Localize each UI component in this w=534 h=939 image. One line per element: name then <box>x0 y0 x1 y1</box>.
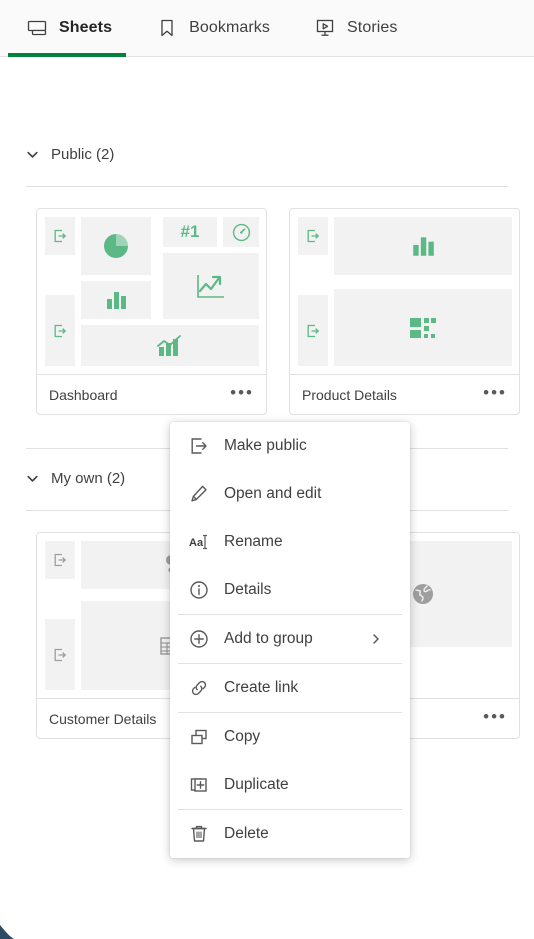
sheet-card-footer: Dashboard ••• <box>37 374 266 414</box>
section-title-public: Public (2) <box>51 146 115 163</box>
bar-chart-icon <box>107 292 126 309</box>
section-header-public[interactable]: Public (2) <box>26 146 114 163</box>
sheet-card-title: Product Details <box>302 386 397 403</box>
filter-pane-icon <box>54 553 67 567</box>
chevron-right-icon <box>373 634 379 644</box>
thumb-object-filter <box>45 541 75 579</box>
thumb-object-filter <box>298 217 328 255</box>
menu-item-label: Rename <box>224 533 283 550</box>
menu-item-rename[interactable]: Aa Rename <box>170 518 410 566</box>
menu-item-copy[interactable]: Copy <box>170 713 410 761</box>
filter-pane-icon <box>54 229 67 243</box>
menu-item-label: Make public <box>224 437 307 454</box>
menu-item-label: Delete <box>224 825 269 842</box>
map-globe-icon <box>413 584 433 604</box>
sheet-card-more-button[interactable]: ••• <box>483 384 507 406</box>
plus-circle-icon <box>190 630 208 648</box>
tab-bar: Sheets Bookmarks Stories <box>0 0 534 57</box>
sheet-card-footer: Product Details ••• <box>290 374 519 414</box>
sheets-page: Sheets Bookmarks Stories Public (2) #1 D… <box>0 0 534 939</box>
menu-item-delete[interactable]: Delete <box>170 810 410 858</box>
thumb-object-treemap <box>334 289 512 366</box>
sheets-icon <box>27 20 47 36</box>
thumb-object-bar-chart <box>334 217 512 275</box>
thumb-object-filter <box>45 619 75 690</box>
tab-bookmarks-label: Bookmarks <box>189 19 271 36</box>
menu-item-open-and-edit[interactable]: Open and edit <box>170 470 410 518</box>
svg-text:Aa: Aa <box>189 537 204 549</box>
menu-item-details[interactable]: Details <box>170 566 410 614</box>
pie-chart-icon <box>104 234 128 258</box>
tab-stories-label: Stories <box>347 19 398 36</box>
thumb-object-line-chart <box>163 253 259 319</box>
bar-chart-icon <box>413 237 434 256</box>
corner-decoration <box>0 923 16 939</box>
sheet-thumbnail: #1 <box>37 209 266 374</box>
thumb-object-pie-chart <box>81 217 151 275</box>
rename-icon: Aa <box>189 534 207 550</box>
line-chart-icon <box>197 275 224 298</box>
menu-item-label: Copy <box>224 728 261 745</box>
menu-item-label: Duplicate <box>224 776 289 793</box>
divider-public <box>26 186 508 187</box>
sheet-card-product-details[interactable]: Product Details ••• <box>289 208 520 415</box>
menu-item-label: Create link <box>224 679 299 696</box>
tab-sheets[interactable]: Sheets <box>0 0 134 57</box>
tab-bookmarks[interactable]: Bookmarks <box>134 0 292 57</box>
filter-pane-icon <box>307 324 320 337</box>
sheet-card-more-button[interactable]: ••• <box>230 384 254 406</box>
thumb-object-filter <box>298 295 328 366</box>
copy-icon <box>191 729 207 745</box>
filter-pane-icon <box>54 648 67 661</box>
thumb-object-filter <box>45 295 75 366</box>
menu-item-label: Open and edit <box>224 485 322 502</box>
trash-icon <box>191 825 207 842</box>
sheet-card-more-button[interactable]: ••• <box>483 708 507 730</box>
pencil-icon <box>191 485 207 502</box>
menu-item-make-public[interactable]: Make public <box>170 422 410 470</box>
thumb-object-kpi: #1 <box>163 217 217 247</box>
bookmark-icon <box>161 19 173 37</box>
combo-chart-icon <box>157 334 181 356</box>
chevron-down-icon <box>27 475 38 482</box>
menu-item-label: Add to group <box>224 630 313 647</box>
thumb-object-bar-chart <box>81 281 151 319</box>
sheet-context-menu: Make public Open and edit Aa Rename Deta… <box>170 422 410 858</box>
make-public-icon <box>191 438 207 454</box>
sheet-card-title: Customer Details <box>49 710 157 727</box>
info-icon <box>190 581 208 599</box>
gauge-icon <box>232 223 250 241</box>
filter-pane-icon <box>54 324 67 337</box>
menu-item-create-link[interactable]: Create link <box>170 664 410 712</box>
menu-item-duplicate[interactable]: Duplicate <box>170 761 410 809</box>
treemap-icon <box>410 317 436 338</box>
stories-icon <box>316 19 334 36</box>
section-title-myown: My own (2) <box>51 470 126 487</box>
menu-item-add-to-group[interactable]: Add to group <box>170 615 410 663</box>
thumb-object-filter <box>45 217 75 255</box>
sheet-thumbnail <box>290 209 519 374</box>
corner-shape-icon <box>0 925 14 939</box>
sheet-card-title: Dashboard <box>49 386 118 403</box>
tab-stories[interactable]: Stories <box>292 0 420 57</box>
menu-item-label: Details <box>224 581 272 598</box>
sheet-card-dashboard[interactable]: #1 Dashboard ••• <box>36 208 267 415</box>
filter-pane-icon <box>307 229 320 243</box>
kpi-number-icon: #1 <box>180 222 200 241</box>
chevron-down-icon <box>27 151 38 158</box>
section-header-myown[interactable]: My own (2) <box>26 470 125 487</box>
link-icon <box>191 680 207 696</box>
tab-sheets-label: Sheets <box>59 19 113 36</box>
duplicate-icon <box>190 778 207 792</box>
thumb-object-combo-chart <box>81 325 259 366</box>
thumb-object-gauge <box>223 217 259 247</box>
